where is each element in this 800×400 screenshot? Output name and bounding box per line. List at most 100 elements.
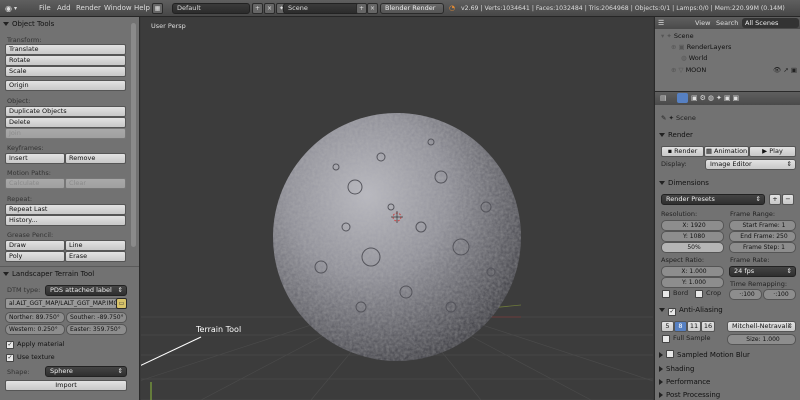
moon-sphere[interactable] <box>271 112 523 362</box>
screen-add-icon[interactable]: + <box>252 3 263 14</box>
3d-viewport[interactable]: User Persp Terrain Tool <box>141 17 653 400</box>
use-texture-checkbox[interactable]: ✓ <box>6 354 14 362</box>
aa-sample-16[interactable]: 16 <box>701 321 715 332</box>
shape-select[interactable]: Sphere ⇕ <box>45 366 127 377</box>
erase-button[interactable]: Erase <box>65 251 126 262</box>
remove-keyframe-button[interactable]: Remove <box>65 153 126 164</box>
viewport-canvas[interactable] <box>141 17 653 400</box>
resolution-percentage-slider[interactable]: 50% <box>661 242 724 253</box>
end-frame-field[interactable]: End Frame: 250 <box>729 231 796 242</box>
scale-button[interactable]: Scale <box>5 66 126 77</box>
properties-editor-icon[interactable]: ▤ <box>660 94 667 102</box>
poly-button[interactable]: Poly <box>5 251 65 262</box>
context-tab-icons[interactable]: ▣⚙◍✦▣▣ <box>691 94 741 102</box>
insert-keyframe-button[interactable]: Insert <box>5 153 65 164</box>
aspect-x-field[interactable]: X: 1.000 <box>661 266 724 277</box>
scene-remove-icon[interactable]: × <box>367 3 378 14</box>
object-tools-header[interactable]: Object Tools <box>3 18 125 30</box>
file-path-input[interactable]: al.ALT_GGT_MAP/LALT_GGT_MAP.IMG <box>5 298 117 309</box>
dimensions-section-header[interactable]: Dimensions <box>659 177 797 189</box>
aa-sample-5[interactable]: 5 <box>661 321 674 332</box>
delete-button[interactable]: Delete <box>5 117 126 128</box>
calculate-button[interactable]: Calculate <box>5 178 65 189</box>
easter-field[interactable]: Easter: 359.750° <box>66 324 127 335</box>
draw-button[interactable]: Draw <box>5 240 65 251</box>
full-sample-checkbox[interactable] <box>662 335 670 343</box>
scene-field[interactable]: Scene <box>283 3 365 14</box>
preset-remove-icon[interactable]: − <box>782 194 794 205</box>
outliner-editor-icon[interactable]: ☰ <box>658 19 664 27</box>
crop-checkbox[interactable] <box>695 290 703 298</box>
apply-material-checkbox[interactable]: ✓ <box>6 341 14 349</box>
expand-arrow-icon <box>659 352 663 358</box>
tool-shelf-scrollbar[interactable] <box>131 23 136 247</box>
screen-remove-icon[interactable]: × <box>264 3 275 14</box>
render-presets-select[interactable]: Render Presets ⇕ <box>661 194 765 205</box>
souther-field[interactable]: Souther: -89.750° <box>66 312 127 323</box>
menu-window[interactable]: Window <box>104 4 132 13</box>
clear-paths-button[interactable]: Clear <box>65 178 126 189</box>
terrain-tool-header[interactable]: Landscaper Terrain Tool <box>3 268 125 280</box>
screen-layout-icon[interactable]: ▦ <box>152 3 163 14</box>
norther-field[interactable]: Norther: 89.750° <box>5 312 65 323</box>
start-frame-field[interactable]: Start Frame: 1 <box>729 220 796 231</box>
anti-aliasing-checkbox[interactable]: ✓ <box>668 308 676 316</box>
scene-add-icon[interactable]: + <box>356 3 367 14</box>
outliner-filter-select[interactable]: All Scenes <box>742 18 799 28</box>
repeat-last-button[interactable]: Repeat Last <box>5 204 126 215</box>
aa-size-field[interactable]: Size: 1.000 <box>727 334 796 345</box>
folder-browse-icon[interactable]: ▭ <box>116 298 127 309</box>
aa-sample-11[interactable]: 11 <box>687 321 701 332</box>
outliner-search-menu[interactable]: Search <box>716 19 738 27</box>
outliner-view-menu[interactable]: View <box>695 19 710 27</box>
menu-file[interactable]: File <box>39 4 51 13</box>
frame-rate-select[interactable]: 24 fps ⇕ <box>729 266 796 277</box>
anti-aliasing-section-header[interactable]: ✓ Anti-Aliasing <box>659 304 797 316</box>
time-remap-old-field[interactable]: ·:100 <box>729 289 762 300</box>
resolution-y-field[interactable]: Y: 1080 <box>661 231 724 242</box>
translate-button[interactable]: Translate <box>5 44 126 55</box>
dtm-type-select[interactable]: PDS attached label ⇕ <box>45 285 127 296</box>
origin-button[interactable]: Origin <box>5 80 126 91</box>
menu-help[interactable]: Help <box>134 4 150 13</box>
rotate-button[interactable]: Rotate <box>5 55 126 66</box>
visibility-icons[interactable]: 👁 ➚ ▣ <box>773 65 797 76</box>
render-tab-icon[interactable] <box>677 93 688 103</box>
outliner-renderlayers-row[interactable]: ⊕ ▣ RenderLayers <box>655 42 800 53</box>
render-button[interactable]: ▪ Render <box>661 146 704 157</box>
outliner-scene-row[interactable]: ▾ ✦ Scene <box>655 31 800 42</box>
motion-blur-checkbox[interactable] <box>666 350 674 358</box>
line-button[interactable]: Line <box>65 240 126 251</box>
outliner-moon-row[interactable]: ⊕ ▽ MOON 👁 ➚ ▣ <box>655 65 800 76</box>
border-checkbox[interactable] <box>662 290 670 298</box>
duplicate-objects-button[interactable]: Duplicate Objects <box>5 106 126 117</box>
outliner-world-row[interactable]: ◍ World <box>655 53 800 64</box>
screen-layout-field[interactable]: Default <box>172 3 250 14</box>
import-button[interactable]: Import <box>5 380 127 391</box>
join-button[interactable]: Join <box>5 128 126 139</box>
shading-section-header[interactable]: Shading <box>659 363 797 375</box>
preset-add-icon[interactable]: + <box>769 194 781 205</box>
resolution-x-field[interactable]: X: 1920 <box>661 220 724 231</box>
time-remap-new-field[interactable]: ·:100 <box>763 289 796 300</box>
aa-filter-select[interactable]: Mitchell-Netravali ⇕ <box>727 321 796 332</box>
render-section-header[interactable]: Render <box>659 129 797 141</box>
dropdown-arrow-icon: ⇕ <box>117 367 123 375</box>
editor-type-menu-arrow-icon[interactable]: ▾ <box>14 4 17 13</box>
animation-button[interactable]: ▦ Animation <box>704 146 749 157</box>
performance-section-header[interactable]: Performance <box>659 376 797 388</box>
pin-icon[interactable]: ✎ ✦ <box>661 114 676 122</box>
blender-logo-icon[interactable]: ◉ <box>5 4 12 13</box>
aa-sample-8[interactable]: 8 <box>674 321 687 332</box>
western-field[interactable]: Western: 0.250° <box>5 324 65 335</box>
menu-render[interactable]: Render <box>76 4 101 13</box>
display-select[interactable]: Image Editor ⇕ <box>705 159 796 170</box>
motion-blur-section-header[interactable]: Sampled Motion Blur <box>659 349 797 361</box>
render-engine-select[interactable]: Blender Render <box>380 3 444 14</box>
history-button[interactable]: History... <box>5 215 126 226</box>
menu-add[interactable]: Add <box>57 4 71 13</box>
frame-step-field[interactable]: Frame Step: 1 <box>729 242 796 253</box>
play-button[interactable]: ▶ Play <box>749 146 796 157</box>
post-processing-section-header[interactable]: Post Processing <box>659 389 797 400</box>
aspect-y-field[interactable]: Y: 1.000 <box>661 277 724 288</box>
